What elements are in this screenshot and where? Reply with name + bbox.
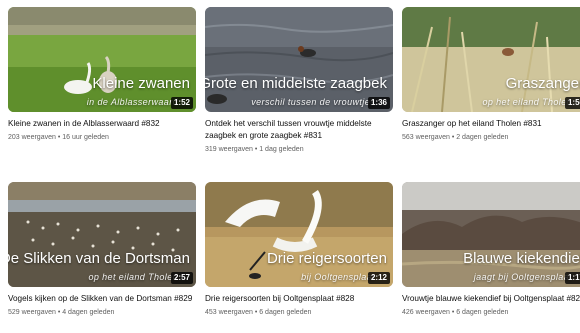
video-meta: 563 weergaven • 2 dagen geleden [402,134,509,141]
duration-badge: 2:12 [367,272,390,284]
video-card[interactable]: Kleine zwanen in de Alblasserwaard 1:52 … [8,7,196,142]
video-thumbnail[interactable]: Blauwe kiekendief jaagt bij Ooltgensplaa… [402,182,580,287]
thumbnail-overlay-title: Grote en middelste zaagbek [205,75,387,92]
thumbnail-overlay-subtitle: in de Alblasserwaard [86,97,178,107]
video-title[interactable]: Ontdek het verschil tussen vrouwtje midd… [205,118,393,142]
video-card[interactable]: Grote en middelste zaagbek verschil tuss… [205,7,393,154]
thumbnail-overlay-title: Drie reigersoorten [266,250,387,267]
video-card[interactable]: Blauwe kiekendief jaagt bij Ooltgensplaa… [402,182,580,317]
video-thumbnail[interactable]: Grote en middelste zaagbek verschil tuss… [205,7,393,112]
video-thumbnail[interactable]: Graszanger op het eiland Tholen 1:50 [402,7,580,112]
thumbnail-overlay-title: Blauwe kiekendief [463,250,580,267]
video-meta: 426 weergaven • 6 dagen geleden [402,309,509,316]
video-thumbnail[interactable]: De Slikken van de Dortsman op het eiland… [8,182,196,287]
video-card[interactable]: Graszanger op het eiland Tholen 1:50 Gra… [402,7,580,142]
thumbnail-overlay-title: Graszanger [505,75,580,92]
video-card[interactable]: De Slikken van de Dortsman op het eiland… [8,182,196,317]
duration-badge: 1:50 [564,97,580,109]
video-title[interactable]: Kleine zwanen in de Alblasserwaard #832 [8,118,196,130]
video-grid: Kleine zwanen in de Alblasserwaard 1:52 … [0,0,580,333]
video-meta: 529 weergaven • 4 dagen geleden [8,309,115,316]
duration-badge: 1:52 [170,97,193,109]
video-title[interactable]: Graszanger op het eiland Tholen #831 [402,118,580,130]
video-meta: 453 weergaven • 6 dagen geleden [205,309,312,316]
thumbnail-overlay-subtitle: verschil tussen de vrouwtjes [251,97,375,107]
video-thumbnail[interactable]: Drie reigersoorten bij Ooltgensplaat 2:1… [205,182,393,287]
video-thumbnail[interactable]: Kleine zwanen in de Alblasserwaard 1:52 [8,7,196,112]
thumbnail-overlay-title: De Slikken van de Dortsman [8,250,190,267]
video-title[interactable]: Drie reigersoorten bij Ooltgensplaat #82… [205,293,393,305]
video-title[interactable]: Vrouwtje blauwe kiekendief bij Ooltgensp… [402,293,580,305]
video-title[interactable]: Vogels kijken op de Slikken van de Dorts… [8,293,196,305]
thumbnail-overlay-subtitle: op het eiland Tholen [88,272,178,282]
duration-badge: 1:36 [367,97,390,109]
duration-badge: 1:17 [564,272,580,284]
thumbnail-overlay-subtitle: bij Ooltgensplaat [301,272,375,282]
thumbnail-overlay-title: Kleine zwanen [92,75,190,92]
duration-badge: 2:57 [170,272,193,284]
video-meta: 203 weergaven • 16 uur geleden [8,134,109,141]
video-meta: 319 weergaven • 1 dag geleden [205,146,304,153]
thumbnail-overlay-subtitle: op het eiland Tholen [482,97,572,107]
video-card[interactable]: Drie reigersoorten bij Ooltgensplaat 2:1… [205,182,393,317]
thumbnail-overlay-subtitle: jaagt bij Ooltgensplaat [473,272,572,282]
